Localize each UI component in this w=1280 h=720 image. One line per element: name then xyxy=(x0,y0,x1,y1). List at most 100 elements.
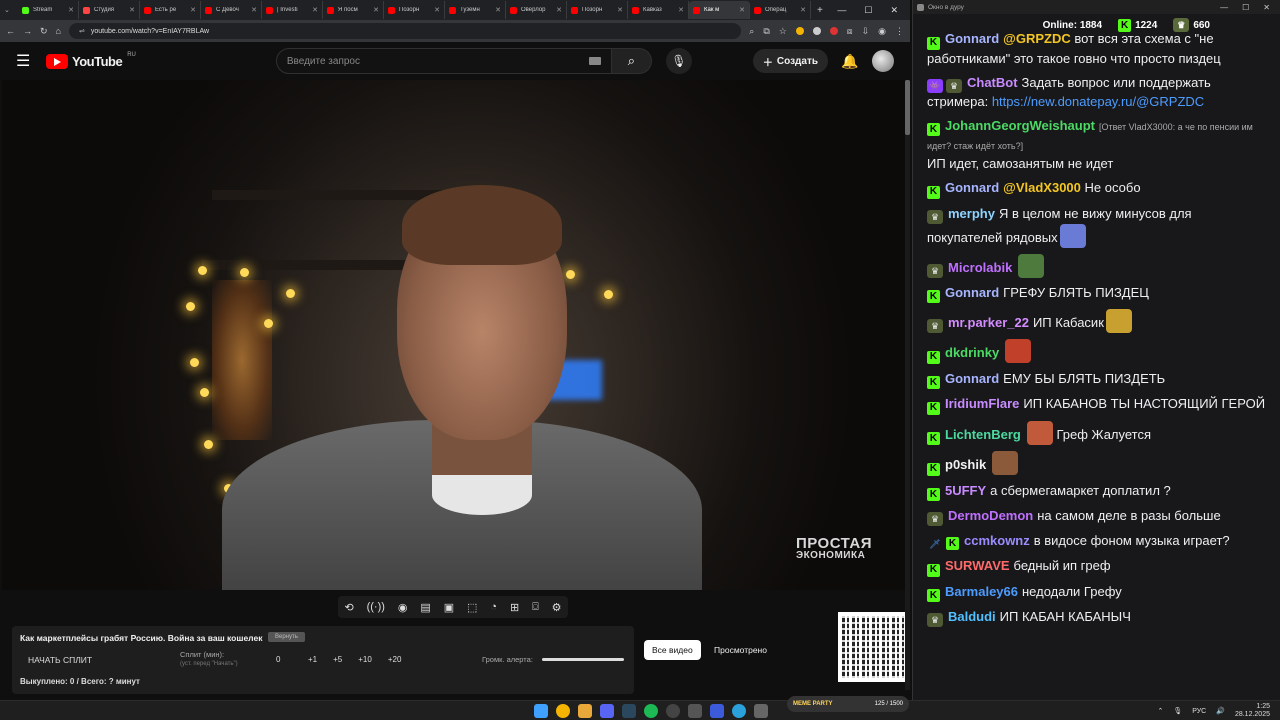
spotify-icon[interactable] xyxy=(644,704,658,718)
mic-icon[interactable]: 🎙 xyxy=(1173,707,1182,715)
tab-close-icon[interactable]: ✕ xyxy=(68,6,74,14)
media-player-icon[interactable] xyxy=(710,704,724,718)
tab-close-icon[interactable]: ✕ xyxy=(434,6,440,14)
tab-close-icon[interactable]: ✕ xyxy=(678,6,684,14)
back-icon[interactable]: ← xyxy=(6,26,15,36)
chat-username[interactable]: dkdrinky xyxy=(945,345,999,360)
speed-icon[interactable]: ◔ xyxy=(490,601,497,613)
alert-volume-slider[interactable] xyxy=(542,658,624,661)
tab-close-icon[interactable]: ✕ xyxy=(617,6,623,14)
close-icon[interactable]: ✕ xyxy=(1263,3,1270,12)
notifications-bell-icon[interactable]: 🔔 xyxy=(840,53,860,70)
avatar[interactable] xyxy=(872,50,894,72)
chat-username[interactable]: Gonnard xyxy=(945,371,999,386)
chat-username[interactable]: 5UFFY xyxy=(945,483,986,498)
zoom-icon[interactable]: ⌕ xyxy=(749,26,754,37)
frames-icon[interactable]: ⬚ xyxy=(467,601,477,614)
chat-username[interactable]: IridiumFlare xyxy=(945,396,1019,411)
home-icon[interactable]: ⌂ xyxy=(56,26,61,36)
search-input[interactable]: Введите запрос xyxy=(275,48,612,74)
eye-icon[interactable]: ◉ xyxy=(398,601,408,614)
forward-icon[interactable]: → xyxy=(23,26,32,36)
profile-icon[interactable]: ◉ xyxy=(878,26,886,37)
chat-username[interactable]: Microlabik xyxy=(948,260,1012,275)
keyboard-icon[interactable] xyxy=(588,57,601,65)
browser-tab[interactable]: С Девоч ✕ xyxy=(201,1,262,19)
browser-tab[interactable]: Оверлор ✕ xyxy=(506,1,567,19)
chat-username[interactable]: Gonnard xyxy=(945,180,999,195)
browser-tab[interactable]: | Investi ✕ xyxy=(262,1,323,19)
minimize-icon[interactable]: — xyxy=(837,5,846,16)
steam-icon[interactable] xyxy=(622,704,636,718)
watched-button[interactable]: Просмотрено xyxy=(708,640,773,660)
settings-gear-icon[interactable]: ⚙ xyxy=(552,601,562,614)
tray-chevron-icon[interactable]: ⌃ xyxy=(1157,707,1163,715)
clock[interactable]: 1:25 28.12.2025 xyxy=(1235,703,1270,719)
tab-close-icon[interactable]: ✕ xyxy=(495,6,501,14)
browser-tab[interactable]: Как м ✕ xyxy=(689,1,750,19)
close-icon[interactable]: ✕ xyxy=(890,5,898,16)
add-icon[interactable]: ⊞ xyxy=(510,601,519,614)
clapper-icon[interactable]: ▤ xyxy=(420,601,430,614)
browser-tab[interactable]: Туземн ✕ xyxy=(445,1,506,19)
menu-hamburger-icon[interactable]: ☰ xyxy=(16,51,42,71)
browser-tab[interactable]: Есть ре ✕ xyxy=(140,1,201,19)
discord-icon[interactable] xyxy=(600,704,614,718)
install-icon[interactable]: ⧉ xyxy=(763,26,769,37)
tab-close-icon[interactable]: ✕ xyxy=(190,6,196,14)
camera-icon[interactable]: ⌼ xyxy=(532,601,539,614)
chat-username[interactable]: Gonnard xyxy=(945,31,999,46)
chat-username[interactable]: Gonnard xyxy=(945,285,999,300)
browser-tab[interactable]: Операц ✕ xyxy=(750,1,811,19)
tab-close-icon[interactable]: ✕ xyxy=(800,6,806,14)
new-tab-button[interactable]: + xyxy=(817,5,823,16)
youtube-logo[interactable]: YouTube RU xyxy=(46,52,136,69)
scrollbar-thumb[interactable] xyxy=(905,80,910,135)
video-player[interactable]: ПРОСТАЯ ЭКОНОМИКА xyxy=(2,80,908,590)
volume-icon[interactable]: 🔊 xyxy=(1216,707,1225,715)
tab-close-icon[interactable]: ✕ xyxy=(251,6,257,14)
browser-tab[interactable]: Stream ✕ xyxy=(18,1,79,19)
telegram-icon[interactable] xyxy=(732,704,746,718)
browser-tab[interactable]: Позорн ✕ xyxy=(384,1,445,19)
tab-close-icon[interactable]: ✕ xyxy=(373,6,379,14)
chat-username[interactable]: LichtenBerg xyxy=(945,427,1021,442)
chat-username[interactable]: ChatBot xyxy=(967,75,1018,90)
extension-yellow-icon[interactable] xyxy=(795,27,804,35)
browser-tab[interactable]: Я посм ✕ xyxy=(323,1,384,19)
tab-close-icon[interactable]: ✕ xyxy=(556,6,562,14)
browser-tab[interactable]: Студия ✕ xyxy=(79,1,140,19)
voice-search-button[interactable]: 🎙 xyxy=(665,48,692,74)
mention[interactable]: @GRPZDC xyxy=(1003,31,1071,46)
chat-username[interactable]: merphy xyxy=(948,206,995,221)
browser-tab[interactable]: Кавказ ✕ xyxy=(628,1,689,19)
mention[interactable]: @VladX3000 xyxy=(1003,180,1081,195)
language-indicator[interactable]: РУС xyxy=(1192,708,1206,715)
chat-username[interactable]: Barmaley66 xyxy=(945,584,1018,599)
picture-in-picture-icon[interactable]: ▣ xyxy=(444,601,454,614)
tab-close-icon[interactable]: ✕ xyxy=(312,6,318,14)
extension-white-icon[interactable] xyxy=(812,27,821,35)
obs-icon[interactable] xyxy=(666,704,680,718)
tab-close-icon[interactable]: ✕ xyxy=(129,6,135,14)
start-split-button[interactable]: НАЧАТЬ СПЛИТ xyxy=(28,655,92,665)
chat-username[interactable]: p0shik xyxy=(945,457,986,472)
tab-search-icon[interactable]: ⌄ xyxy=(4,6,18,14)
maximize-icon[interactable]: ☐ xyxy=(1242,3,1249,12)
increment-button[interactable]: +20 xyxy=(388,655,402,664)
windows-start-icon[interactable] xyxy=(534,704,548,718)
scrollbar[interactable] xyxy=(905,80,910,690)
chrome-icon[interactable] xyxy=(556,704,570,718)
downloads-icon[interactable]: ⇩ xyxy=(862,26,870,37)
message-link[interactable]: https://new.donatepay.ru/@GRPZDC xyxy=(992,94,1204,109)
increment-button[interactable]: +1 xyxy=(308,655,317,664)
create-button[interactable]: ＋ Создать xyxy=(752,49,828,73)
site-info-icon[interactable]: ⇌ xyxy=(79,27,85,35)
chat-username[interactable]: JohannGeorgWeishaupt xyxy=(945,118,1095,133)
chat-username[interactable]: SURWAVE xyxy=(945,558,1010,573)
increment-button[interactable]: +10 xyxy=(358,655,372,664)
browser-tab[interactable]: Позорн ✕ xyxy=(567,1,628,19)
loop-icon[interactable]: ⟲ xyxy=(344,601,353,614)
bookmark-star-icon[interactable]: ☆ xyxy=(779,26,787,37)
maximize-icon[interactable]: ☐ xyxy=(864,5,872,16)
